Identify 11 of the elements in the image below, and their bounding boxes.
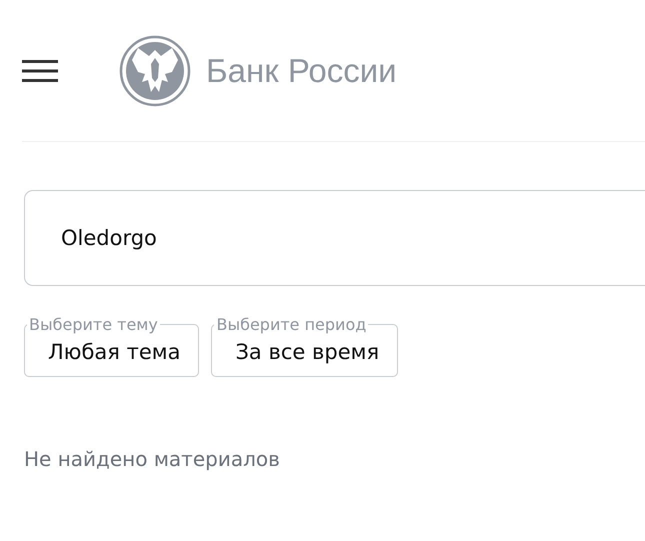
search-field[interactable]: Oledorgo	[24, 190, 645, 286]
select-label: Выберите период	[215, 315, 368, 334]
empty-message: Не найдено материалов	[24, 447, 281, 471]
filter-select[interactable]: Выберите период За все время	[211, 315, 398, 377]
filter-select[interactable]: Выберите тему Любая тема	[24, 315, 200, 377]
select-value: За все время	[235, 340, 380, 364]
eagle-emblem-icon[interactable]	[118, 34, 192, 108]
logo-text: Банк России	[206, 52, 397, 90]
select-value: Любая тема	[48, 340, 180, 364]
select-label: Выберите тему	[28, 315, 159, 334]
menu-icon[interactable]	[22, 58, 58, 82]
